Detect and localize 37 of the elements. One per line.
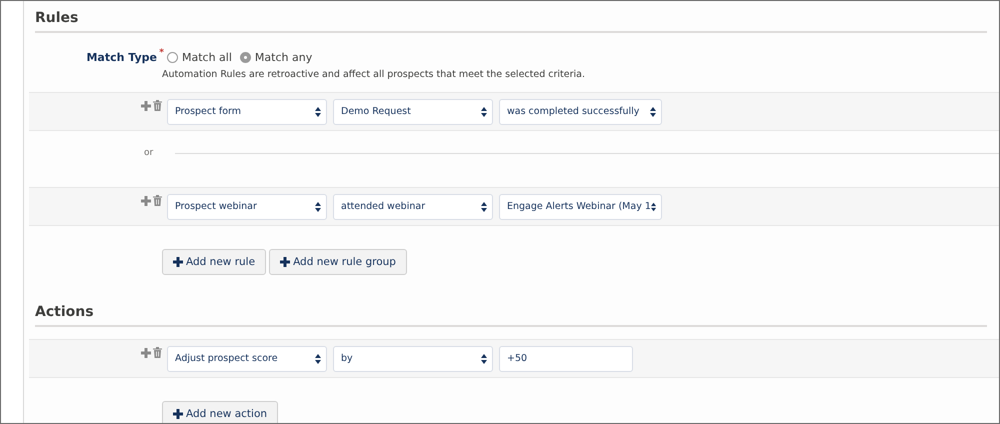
select-field[interactable]: Demo Request <box>333 98 493 124</box>
select-field[interactable]: Prospect form <box>167 98 327 124</box>
help-text: Automation Rules are retroactive and affect all prospects that meet the selected criteria. <box>162 69 586 80</box>
section-heading: Actions <box>35 304 94 320</box>
plus-icon <box>173 409 183 419</box>
sort-arrows-icon <box>315 202 321 212</box>
required-mark: * <box>159 48 164 58</box>
select-field[interactable]: Engage Alerts Webinar (May 1 <box>499 194 662 220</box>
trash-icon[interactable] <box>153 195 162 206</box>
select-field[interactable]: attended webinar <box>333 194 493 220</box>
sort-arrows-icon <box>650 106 656 116</box>
add-button[interactable]: Add new rule <box>162 249 266 275</box>
input-field[interactable]: +50 <box>499 346 633 372</box>
radio-option[interactable]: Match any <box>240 50 312 64</box>
add-icon <box>141 196 151 206</box>
radio-option[interactable]: Match all <box>167 50 232 64</box>
sort-arrows-icon <box>650 202 656 212</box>
add-button[interactable]: Add new rule group <box>269 249 407 275</box>
add-icon <box>141 348 151 358</box>
section-heading: Rules <box>35 10 78 26</box>
select-field[interactable]: by <box>333 346 493 372</box>
select-field[interactable]: Adjust prospect score <box>167 346 327 372</box>
trash-icon[interactable] <box>153 347 162 358</box>
field-label: Match Type * <box>85 50 165 64</box>
sort-arrows-icon <box>315 106 321 116</box>
sort-arrows-icon <box>481 354 487 364</box>
sort-arrows-icon <box>481 106 487 116</box>
sort-arrows-icon <box>315 354 321 364</box>
trash-icon[interactable] <box>153 100 162 111</box>
plus-icon <box>173 257 183 267</box>
select-field[interactable]: Prospect webinar <box>167 194 327 220</box>
add-button[interactable]: Add new action <box>162 401 278 423</box>
or-separator: or <box>144 148 154 158</box>
select-field[interactable]: was completed successfully <box>499 98 662 124</box>
sort-arrows-icon <box>481 202 487 212</box>
plus-icon <box>280 257 290 267</box>
add-icon <box>141 100 151 110</box>
